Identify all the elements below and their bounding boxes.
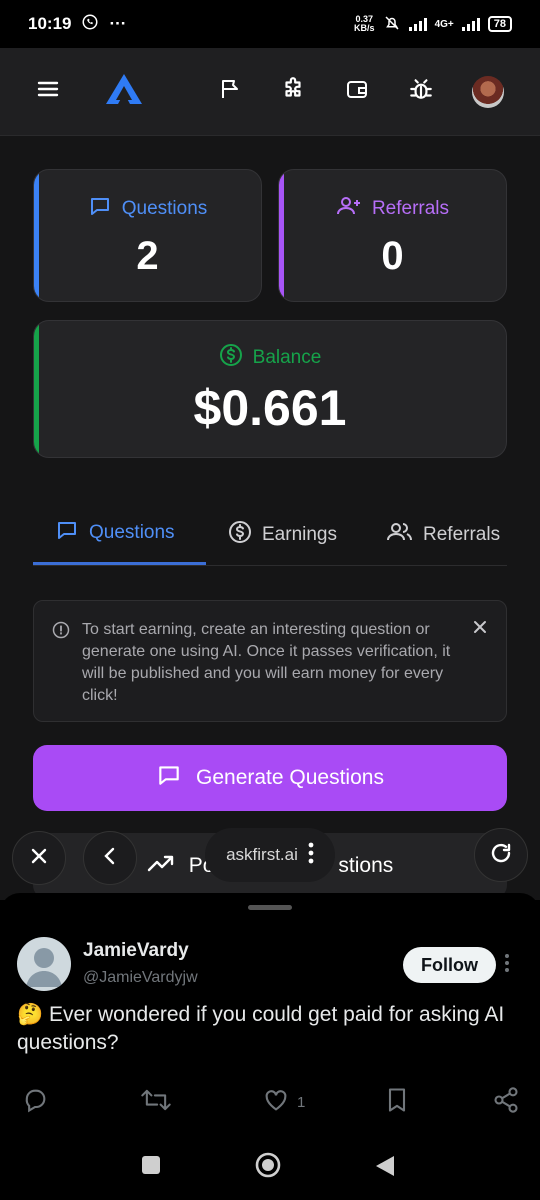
- wallet-icon[interactable]: [344, 77, 370, 106]
- referrals-card-label: Referrals: [371, 198, 450, 219]
- tweet-actions: 1: [0, 1086, 540, 1120]
- back-button[interactable]: [83, 831, 137, 885]
- referrals-count: 0: [381, 234, 404, 278]
- battery-indicator: 78: [487, 16, 512, 32]
- tab-questions[interactable]: Questions: [33, 504, 206, 565]
- follow-button[interactable]: Follow: [403, 947, 496, 983]
- status-bar: 10:19 ··· 0.37 KB/s 4G+ 78: [0, 0, 540, 48]
- card-accent: [279, 170, 284, 301]
- recents-icon[interactable]: [141, 1155, 161, 1180]
- reply-icon: [20, 1086, 50, 1118]
- tweet-author-handle[interactable]: @JamieVardyjw: [83, 969, 198, 987]
- tab-earnings[interactable]: Earnings: [206, 504, 387, 565]
- tweet-author-name[interactable]: JamieVardy: [83, 940, 189, 962]
- app-screen: Questions 2 Referrals 0 Balance $0.661 Q…: [0, 48, 540, 900]
- message-icon: [156, 762, 182, 794]
- balance-label: Balance: [252, 347, 322, 368]
- info-notice: To start earning, create an interesting …: [33, 600, 507, 722]
- menu-icon[interactable]: [36, 77, 60, 106]
- retweet-button[interactable]: [140, 1086, 172, 1118]
- trending-up-icon: [147, 852, 175, 880]
- refresh-icon: [489, 841, 513, 870]
- balance-card: Balance $0.661: [33, 320, 507, 458]
- signal-icon: [408, 17, 427, 31]
- heart-icon: [261, 1086, 291, 1118]
- generate-questions-button[interactable]: Generate Questions: [33, 745, 507, 811]
- tab-referrals[interactable]: Referrals: [387, 504, 507, 565]
- url-pill[interactable]: askfirst.ai: [205, 828, 335, 882]
- sheet-handle[interactable]: [248, 905, 292, 910]
- home-icon[interactable]: [255, 1152, 281, 1183]
- questions-card: Questions 2: [33, 169, 262, 302]
- card-accent: [34, 321, 39, 457]
- mute-icon: [383, 14, 401, 35]
- balance-value: $0.661: [193, 380, 347, 436]
- tweet-text: 🤔 Ever wondered if you could get paid fo…: [17, 1003, 505, 1054]
- url-text: askfirst.ai: [226, 845, 298, 864]
- referrals-card: Referrals 0: [278, 169, 507, 302]
- flag-icon[interactable]: [218, 77, 242, 106]
- like-count: 1: [297, 1093, 306, 1111]
- signal-2-icon: [461, 17, 480, 31]
- whatsapp-icon: [81, 13, 99, 36]
- back-nav-icon[interactable]: [374, 1155, 396, 1182]
- bookmark-icon: [383, 1086, 411, 1118]
- like-button[interactable]: 1: [261, 1086, 305, 1118]
- chevron-left-icon: [103, 846, 117, 871]
- status-time: 10:19: [28, 14, 72, 33]
- users-icon: [387, 520, 413, 550]
- tab-bar: Questions Earnings Referrals: [33, 504, 507, 566]
- network-speed: 0.37 KB/s: [354, 14, 375, 33]
- card-accent: [34, 170, 39, 301]
- avatar[interactable]: [472, 75, 504, 108]
- share-icon: [492, 1086, 520, 1118]
- user-plus-icon: [336, 194, 362, 224]
- system-nav-bar: [0, 1145, 540, 1189]
- bookmark-button[interactable]: [383, 1086, 411, 1118]
- info-icon: [52, 621, 70, 646]
- dollar-icon: [228, 520, 252, 550]
- share-button[interactable]: [492, 1086, 520, 1118]
- questions-card-label: Questions: [121, 198, 208, 219]
- dollar-icon: [219, 343, 243, 373]
- puzzle-icon[interactable]: [280, 76, 306, 107]
- message-icon: [55, 518, 79, 548]
- bug-icon[interactable]: [408, 76, 434, 107]
- network-type: 4G+: [434, 18, 454, 30]
- close-icon[interactable]: [472, 619, 488, 642]
- message-icon: [88, 194, 112, 224]
- logo-icon[interactable]: [104, 72, 144, 111]
- top-nav: [0, 48, 540, 136]
- close-icon: [29, 846, 49, 871]
- more-options-icon[interactable]: [504, 953, 510, 978]
- more-notifications: ···: [109, 14, 127, 33]
- reload-button[interactable]: [474, 828, 528, 882]
- notice-text: To start earning, create an interesting …: [82, 621, 451, 704]
- retweet-icon: [140, 1086, 172, 1118]
- close-browser-button[interactable]: [12, 831, 66, 885]
- reply-button[interactable]: [20, 1086, 50, 1118]
- questions-count: 2: [136, 234, 159, 278]
- tweet-avatar[interactable]: [17, 937, 71, 991]
- kebab-menu-icon[interactable]: [308, 842, 314, 869]
